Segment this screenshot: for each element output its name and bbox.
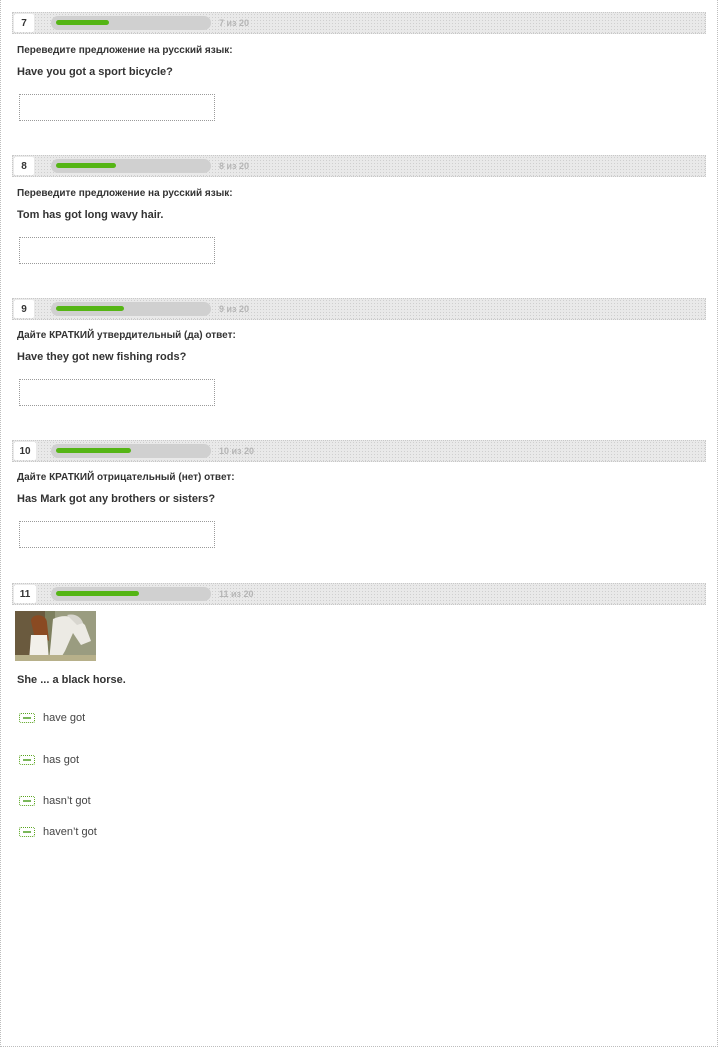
option-hasnt-got[interactable]: hasn’t got <box>19 794 91 808</box>
question-sentence: She ... a black horse. <box>17 674 126 686</box>
option-has-got[interactable]: has got <box>19 753 79 767</box>
question-header-11: 11 11 из 20 <box>12 583 706 605</box>
radio-button[interactable] <box>19 713 35 723</box>
progress-bar <box>51 444 211 458</box>
answer-input[interactable] <box>19 237 215 264</box>
question-header-9: 9 9 из 20 <box>12 298 706 320</box>
progress-bar <box>51 587 211 601</box>
question-instruction: Дайте КРАТКИЙ отрицательный (нет) ответ: <box>17 472 235 483</box>
progress-text: 8 из 20 <box>219 161 250 171</box>
radio-button[interactable] <box>19 755 35 765</box>
option-label: hasn’t got <box>43 795 91 807</box>
radio-button[interactable] <box>19 796 35 806</box>
progress-fill <box>56 448 131 453</box>
question-number: 9 <box>14 300 34 318</box>
girl-with-horse-image <box>15 611 96 661</box>
progress-bar <box>51 159 211 173</box>
option-label: have got <box>43 712 86 724</box>
answer-input[interactable] <box>19 521 215 548</box>
progress-text: 9 из 20 <box>219 304 250 314</box>
question-instruction: Дайте КРАТКИЙ утвердительный (да) ответ: <box>17 330 236 341</box>
progress-text: 7 из 20 <box>219 18 250 28</box>
question-header-7: 7 7 из 20 <box>12 12 706 34</box>
radio-button[interactable] <box>19 827 35 837</box>
question-sentence: Tom has got long wavy hair. <box>17 209 164 221</box>
answer-input[interactable] <box>19 94 215 121</box>
option-label: haven’t got <box>43 826 97 838</box>
option-havent-got[interactable]: haven’t got <box>19 825 97 839</box>
question-sentence: Have they got new fishing rods? <box>17 351 187 363</box>
progress-fill <box>56 20 109 25</box>
question-instruction: Переведите предложение на русский язык: <box>17 188 233 199</box>
option-have-got[interactable]: have got <box>19 711 85 725</box>
progress-text: 11 из 20 <box>219 589 254 599</box>
progress-bar <box>51 302 211 316</box>
progress-fill <box>56 163 116 168</box>
answer-input[interactable] <box>19 379 215 406</box>
question-number: 7 <box>14 14 34 32</box>
question-instruction: Переведите предложение на русский язык: <box>17 45 233 56</box>
question-sentence: Have you got a sport bicycle? <box>17 66 173 78</box>
question-number: 8 <box>14 157 34 175</box>
question-header-10: 10 10 из 20 <box>12 440 706 462</box>
progress-fill <box>56 306 124 311</box>
question-sentence: Has Mark got any brothers or sisters? <box>17 493 216 505</box>
option-label: has got <box>43 754 80 766</box>
progress-fill <box>56 591 139 596</box>
question-number: 10 <box>14 442 36 460</box>
progress-text: 10 из 20 <box>219 446 255 456</box>
question-header-8: 8 8 из 20 <box>12 155 706 177</box>
question-number: 11 <box>14 585 36 603</box>
progress-bar <box>51 16 211 30</box>
